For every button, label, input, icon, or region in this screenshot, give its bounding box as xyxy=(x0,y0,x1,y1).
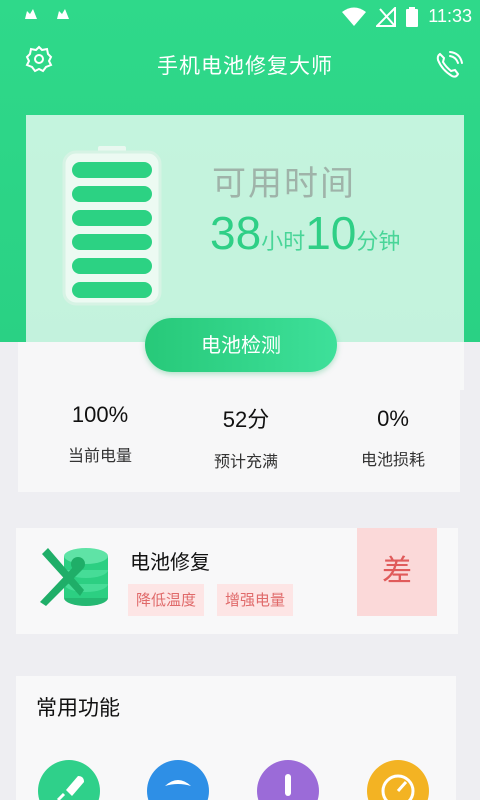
speed-icon[interactable] xyxy=(367,760,429,800)
status-time: 11:33 xyxy=(428,6,472,26)
available-time-value: 38小时10分钟 xyxy=(210,206,400,260)
battery-level-icon xyxy=(62,146,162,306)
cleaner-icon[interactable] xyxy=(147,760,209,800)
status-bar: 11:33 xyxy=(0,0,480,36)
battery-detect-button[interactable]: 电池检测 xyxy=(145,318,337,372)
stat-value: 0% xyxy=(377,406,409,431)
no-signal-icon xyxy=(376,6,397,27)
stat-label: 预计充满 xyxy=(213,452,278,471)
tag-boost-charge: 增强电量 xyxy=(217,584,294,616)
phone-icon[interactable] xyxy=(434,50,464,80)
stat-current-charge: 100% 当前电量 xyxy=(25,402,175,466)
repair-tools-icon xyxy=(40,548,108,606)
hours-unit: 小时 xyxy=(261,230,306,255)
notification-icon xyxy=(25,9,37,19)
status-badge: 差 xyxy=(357,528,437,616)
page-title: 手机电池修复大师 xyxy=(157,54,333,78)
minutes-unit: 分钟 xyxy=(356,230,401,255)
tag-lower-temperature: 降低温度 xyxy=(128,584,205,616)
hours-value: 38 xyxy=(210,207,262,259)
section-title: 常用功能 xyxy=(36,696,120,720)
thermometer-icon[interactable] xyxy=(257,760,319,800)
stat-label: 电池损耗 xyxy=(360,450,425,469)
rocket-icon[interactable] xyxy=(38,760,100,800)
notification-icon xyxy=(57,9,69,19)
minutes-value: 10 xyxy=(305,207,357,259)
stat-value: 52分 xyxy=(222,407,270,432)
stat-battery-wear: 0% 电池损耗 xyxy=(318,406,468,470)
stat-value: 100% xyxy=(71,402,129,427)
available-time-label: 可用时间 xyxy=(212,164,356,204)
app-bar: 手机电池修复大师 xyxy=(0,40,480,90)
wifi-icon xyxy=(342,7,367,26)
stat-label: 当前电量 xyxy=(67,446,132,465)
battery-status-icon xyxy=(406,6,419,27)
repair-title: 电池修复 xyxy=(130,550,210,574)
stat-time-to-full: 52分 预计充满 xyxy=(171,402,321,472)
